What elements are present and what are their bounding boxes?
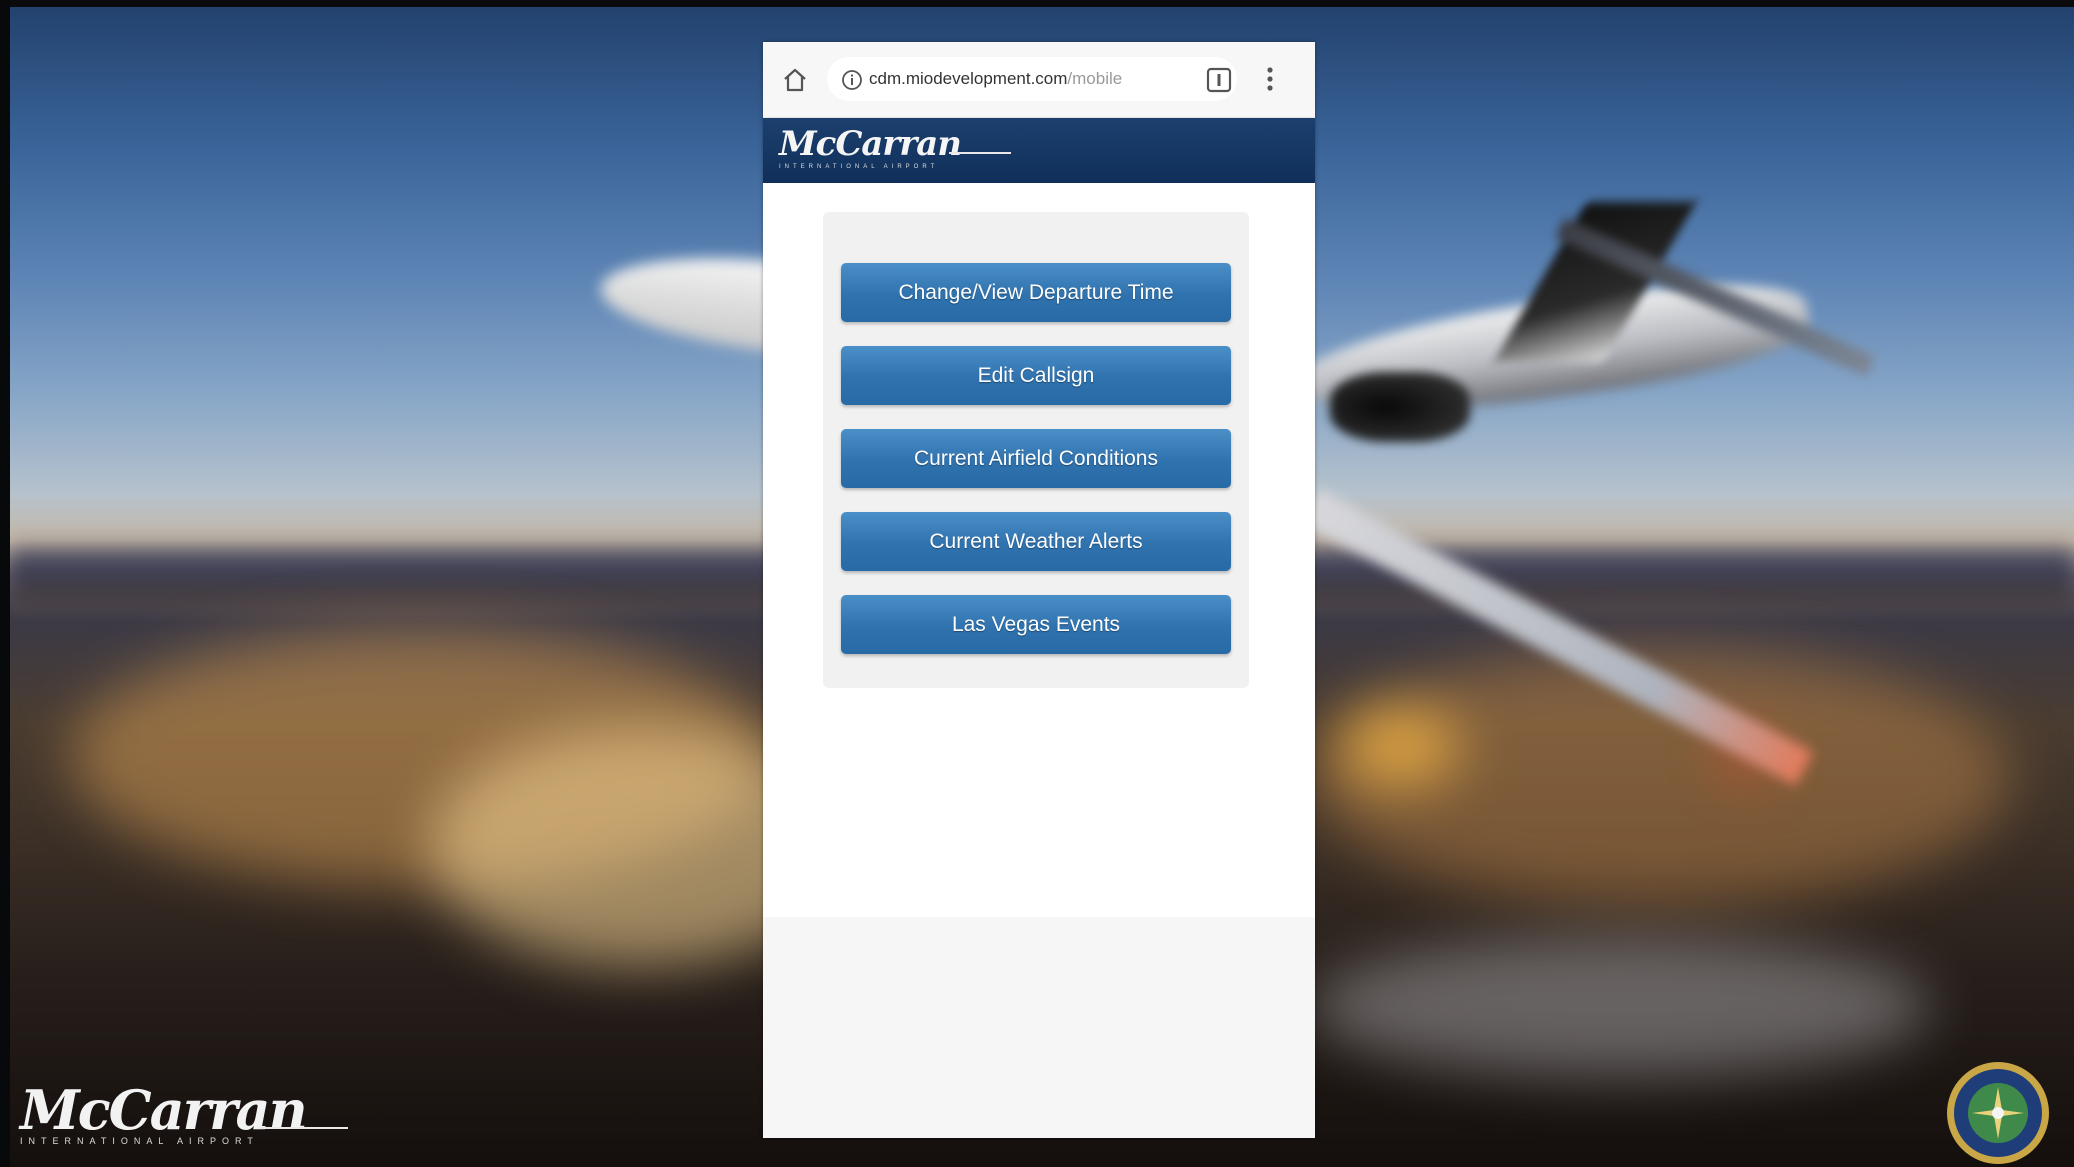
brand-logo-rule (258, 1127, 348, 1129)
menu-panel: Change/View Departure Time Edit Callsign… (823, 212, 1249, 688)
screen: McCarran INTERNATIONAL AIRPORT cdm.miode… (0, 0, 2074, 1167)
site-logo[interactable]: McCarran INTERNATIONAL AIRPORT (779, 124, 1011, 180)
edit-callsign-button[interactable]: Edit Callsign (841, 346, 1231, 405)
tabs-icon[interactable] (1205, 66, 1233, 94)
strip-lights (1310, 937, 1930, 1077)
mobile-browser: cdm.miodevelopment.com/mobile McCarran I… (763, 42, 1315, 1138)
brand-logo: McCarran INTERNATIONAL AIRPORT (20, 1078, 348, 1162)
site-logo-script: McCarran (779, 124, 962, 164)
browser-toolbar: cdm.miodevelopment.com/mobile (763, 42, 1315, 118)
las-vegas-events-button[interactable]: Las Vegas Events (841, 595, 1231, 654)
page-footer-area (763, 917, 1315, 1138)
faa-seal-icon (1945, 1060, 2051, 1166)
url-host: cdm.miodevelopment.com (869, 69, 1068, 88)
home-icon[interactable] (781, 66, 809, 94)
address-bar[interactable]: cdm.miodevelopment.com/mobile (827, 57, 1237, 101)
overflow-menu-icon[interactable] (1265, 64, 1275, 94)
url-path: /mobile (1067, 69, 1123, 88)
weather-alerts-button[interactable]: Current Weather Alerts (841, 512, 1231, 571)
brand-logo-script: McCarran (20, 1078, 308, 1142)
change-departure-time-button[interactable]: Change/View Departure Time (841, 263, 1231, 322)
site-logo-subtext: INTERNATIONAL AIRPORT (779, 164, 939, 170)
airfield-conditions-button[interactable]: Current Airfield Conditions (841, 429, 1231, 488)
left-border (0, 0, 10, 1167)
plane-engine (1330, 372, 1470, 442)
top-border (0, 0, 2074, 7)
site-logo-rule (949, 152, 1011, 154)
info-icon[interactable] (841, 69, 863, 91)
url-text: cdm.miodevelopment.com/mobile (869, 69, 1122, 89)
casino-glow (1340, 707, 1460, 787)
site-header: McCarran INTERNATIONAL AIRPORT (763, 118, 1315, 183)
